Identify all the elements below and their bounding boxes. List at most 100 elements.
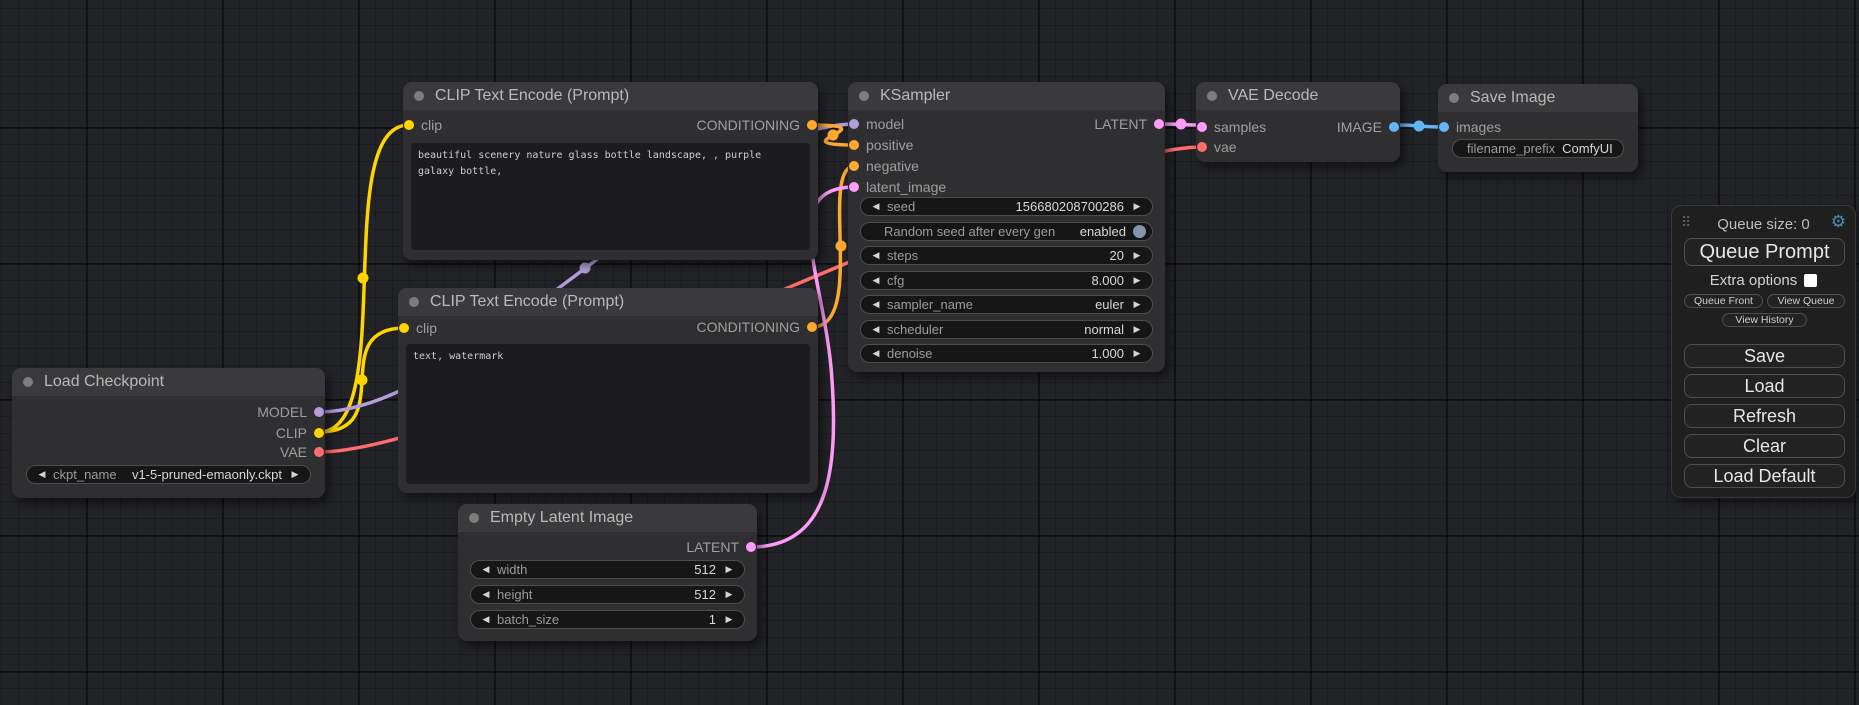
latent-slot-dot[interactable] xyxy=(1197,122,1207,132)
input-slot-images[interactable]: images xyxy=(1439,117,1501,137)
widget-ckpt-name[interactable]: ◀ ckpt_name v1-5-pruned-emaonly.ckpt ▶ xyxy=(26,465,311,484)
input-slot-samples[interactable]: samples xyxy=(1197,117,1266,137)
load-button[interactable]: Load xyxy=(1684,374,1845,398)
clip-slot-dot[interactable] xyxy=(404,120,414,130)
widget-value[interactable]: ComfyUI xyxy=(1562,141,1613,156)
clear-button[interactable]: Clear xyxy=(1684,434,1845,458)
increment-arrow-icon[interactable]: ▶ xyxy=(1131,299,1143,310)
collapse-dot-icon[interactable] xyxy=(414,91,424,101)
view-history-button[interactable]: View History xyxy=(1722,313,1807,327)
node-header[interactable]: VAE Decode xyxy=(1196,82,1400,110)
output-slot-model[interactable]: MODEL xyxy=(257,402,324,422)
prompt-textarea[interactable]: beautiful scenery nature glass bottle la… xyxy=(411,143,810,250)
output-slot-image[interactable]: IMAGE xyxy=(1337,117,1399,137)
conditioning-slot-dot[interactable] xyxy=(807,120,817,130)
widget-height[interactable]: ◀ height 512 ▶ xyxy=(470,585,745,604)
output-slot-latent[interactable]: LATENT xyxy=(1094,114,1164,134)
increment-arrow-icon[interactable]: ▶ xyxy=(289,469,301,480)
output-slot-latent[interactable]: LATENT xyxy=(686,537,756,557)
decrement-arrow-icon[interactable]: ◀ xyxy=(870,348,882,359)
collapse-dot-icon[interactable] xyxy=(23,377,33,387)
toggle-knob[interactable] xyxy=(1133,225,1146,238)
vae-slot-dot[interactable] xyxy=(1197,142,1207,152)
widget-value[interactable]: 1.000 xyxy=(940,346,1124,361)
widget-value[interactable]: euler xyxy=(980,297,1124,312)
widget-denoise[interactable]: ◀ denoise 1.000 ▶ xyxy=(860,344,1153,363)
decrement-arrow-icon[interactable]: ◀ xyxy=(870,299,882,310)
widget-value[interactable]: 20 xyxy=(925,248,1124,263)
collapse-dot-icon[interactable] xyxy=(409,297,419,307)
widget-steps[interactable]: ◀ steps 20 ▶ xyxy=(860,246,1153,265)
model-slot-dot[interactable] xyxy=(849,119,859,129)
widget-value[interactable]: 8.000 xyxy=(911,273,1124,288)
widget-value[interactable]: 512 xyxy=(534,562,716,577)
conditioning-slot-dot[interactable] xyxy=(849,161,859,171)
input-slot-negative[interactable]: negative xyxy=(849,156,919,176)
node-load-checkpoint[interactable]: Load Checkpoint MODEL CLIP VAE ◀ ckpt_na… xyxy=(12,368,325,498)
queue-prompt-button[interactable]: Queue Prompt xyxy=(1684,238,1845,266)
queue-front-button[interactable]: Queue Front xyxy=(1684,294,1763,308)
decrement-arrow-icon[interactable]: ◀ xyxy=(480,564,492,575)
conditioning-slot-dot[interactable] xyxy=(849,140,859,150)
node-header[interactable]: Save Image xyxy=(1438,84,1638,112)
input-slot-clip[interactable]: clip xyxy=(399,318,437,338)
clip-slot-dot[interactable] xyxy=(314,428,324,438)
output-slot-conditioning[interactable]: CONDITIONING xyxy=(697,115,817,135)
collapse-dot-icon[interactable] xyxy=(1207,91,1217,101)
image-slot-dot[interactable] xyxy=(1389,122,1399,132)
node-save-image[interactable]: Save Image images filename_prefix ComfyU… xyxy=(1438,84,1638,172)
decrement-arrow-icon[interactable]: ◀ xyxy=(36,469,48,480)
widget-value[interactable]: v1-5-pruned-emaonly.ckpt xyxy=(124,467,282,482)
node-header[interactable]: KSampler xyxy=(848,82,1165,110)
increment-arrow-icon[interactable]: ▶ xyxy=(1131,250,1143,261)
collapse-dot-icon[interactable] xyxy=(859,91,869,101)
image-slot-dot[interactable] xyxy=(1439,122,1449,132)
node-header[interactable]: Load Checkpoint xyxy=(12,368,325,396)
widget-sampler-name[interactable]: ◀ sampler_name euler ▶ xyxy=(860,295,1153,314)
conditioning-slot-dot[interactable] xyxy=(807,322,817,332)
decrement-arrow-icon[interactable]: ◀ xyxy=(480,589,492,600)
widget-batch-size[interactable]: ◀ batch_size 1 ▶ xyxy=(470,610,745,629)
increment-arrow-icon[interactable]: ▶ xyxy=(1131,201,1143,212)
node-header[interactable]: CLIP Text Encode (Prompt) xyxy=(398,288,818,316)
widget-random-seed-toggle[interactable]: Random seed after every gen enabled xyxy=(860,222,1153,241)
decrement-arrow-icon[interactable]: ◀ xyxy=(870,275,882,286)
output-slot-conditioning[interactable]: CONDITIONING xyxy=(697,317,817,337)
input-slot-clip[interactable]: clip xyxy=(404,115,442,135)
widget-value[interactable]: 156680208700286 xyxy=(922,199,1124,214)
refresh-button[interactable]: Refresh xyxy=(1684,404,1845,428)
node-header[interactable]: CLIP Text Encode (Prompt) xyxy=(403,82,818,110)
increment-arrow-icon[interactable]: ▶ xyxy=(723,564,735,575)
increment-arrow-icon[interactable]: ▶ xyxy=(1131,275,1143,286)
settings-gear-icon[interactable]: ⚙ xyxy=(1831,213,1846,230)
input-slot-vae[interactable]: vae xyxy=(1197,137,1237,157)
widget-value[interactable]: 1 xyxy=(566,612,716,627)
node-empty-latent-image[interactable]: Empty Latent Image LATENT ◀ width 512 ▶ … xyxy=(458,504,757,641)
decrement-arrow-icon[interactable]: ◀ xyxy=(480,614,492,625)
node-clip-text-encode-negative[interactable]: CLIP Text Encode (Prompt) clip CONDITION… xyxy=(398,288,818,493)
input-slot-latent-image[interactable]: latent_image xyxy=(849,177,946,197)
model-slot-dot[interactable] xyxy=(314,407,324,417)
load-default-button[interactable]: Load Default xyxy=(1684,464,1845,488)
decrement-arrow-icon[interactable]: ◀ xyxy=(870,324,882,335)
node-vae-decode[interactable]: VAE Decode samples vae IMAGE xyxy=(1196,82,1400,162)
input-slot-model[interactable]: model xyxy=(849,114,904,134)
node-ksampler[interactable]: KSampler model positive negative latent_… xyxy=(848,82,1165,372)
latent-slot-dot[interactable] xyxy=(1154,119,1164,129)
widget-filename-prefix[interactable]: filename_prefix ComfyUI xyxy=(1452,139,1624,158)
latent-slot-dot[interactable] xyxy=(746,542,756,552)
widget-cfg[interactable]: ◀ cfg 8.000 ▶ xyxy=(860,271,1153,290)
increment-arrow-icon[interactable]: ▶ xyxy=(723,614,735,625)
save-button[interactable]: Save xyxy=(1684,344,1845,368)
prompt-textarea[interactable]: text, watermark xyxy=(406,344,810,484)
clip-slot-dot[interactable] xyxy=(399,323,409,333)
view-queue-button[interactable]: View Queue xyxy=(1767,294,1845,308)
increment-arrow-icon[interactable]: ▶ xyxy=(723,589,735,600)
collapse-dot-icon[interactable] xyxy=(1449,93,1459,103)
node-graph-canvas[interactable]: CLIP Text Encode (Prompt) clip CONDITION… xyxy=(0,0,1859,705)
vae-slot-dot[interactable] xyxy=(314,447,324,457)
latent-slot-dot[interactable] xyxy=(849,182,859,192)
widget-width[interactable]: ◀ width 512 ▶ xyxy=(470,560,745,579)
output-slot-vae[interactable]: VAE xyxy=(280,442,324,462)
node-clip-text-encode-positive[interactable]: CLIP Text Encode (Prompt) clip CONDITION… xyxy=(403,82,818,260)
